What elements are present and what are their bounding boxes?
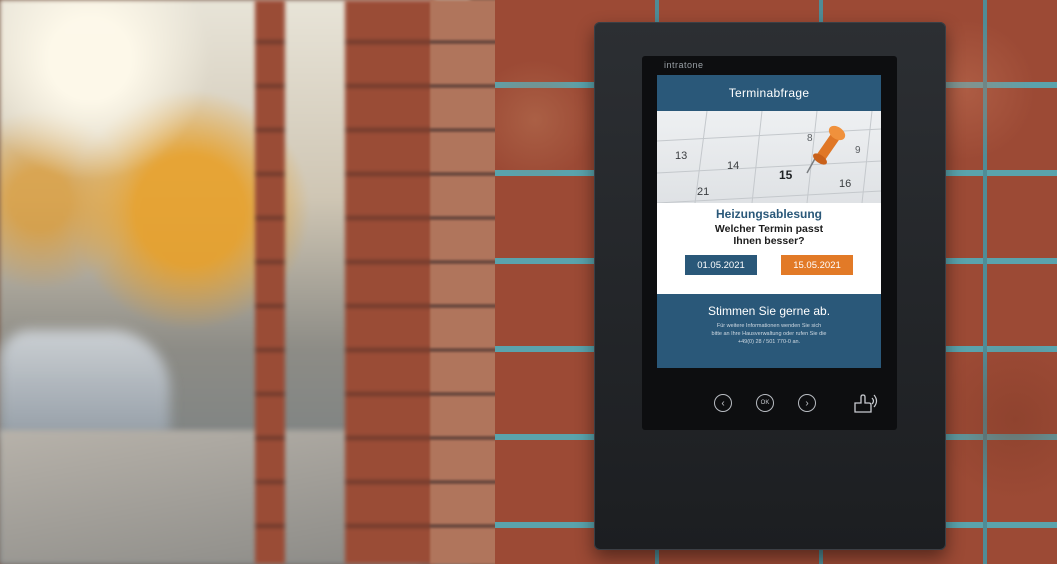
date-option-button[interactable]: 01.05.2021 bbox=[685, 255, 757, 275]
contact-line: +49(0) 28 / 501 770-0 an. bbox=[737, 339, 801, 345]
calendar-number: 8 bbox=[807, 133, 813, 144]
calendar-number: 9 bbox=[855, 145, 861, 156]
contact-line: bitte an Ihre Hausverwaltung oder rufen … bbox=[711, 331, 827, 337]
vote-call-to-action: Stimmen Sie gerne ab. bbox=[707, 304, 831, 318]
ok-button[interactable]: OK bbox=[756, 394, 774, 412]
calendar-number: 14 bbox=[727, 160, 739, 172]
calendar-number: 16 bbox=[839, 178, 851, 190]
question-line-1: Welcher Termin passt bbox=[714, 223, 824, 235]
appointment-question: Welcher Termin passt Ihnen besser? bbox=[657, 223, 881, 247]
calendar-illustration: 13 14 15 16 21 8 9 bbox=[657, 111, 881, 203]
chevron-right-icon[interactable]: › bbox=[798, 394, 816, 412]
screen-header: Terminabfrage bbox=[657, 75, 881, 111]
calendar-number: 15 bbox=[779, 168, 793, 182]
date-option-button[interactable]: 15.05.2021 bbox=[781, 255, 853, 275]
chevron-left-icon[interactable]: ‹ bbox=[714, 394, 732, 412]
hand-touch-icon[interactable] bbox=[852, 392, 878, 414]
wall-mounted-display-terminal: intratone Terminabfrage 13 14 15 16 21 8… bbox=[594, 22, 946, 550]
calendar-photo: 13 14 15 16 21 8 9 bbox=[657, 111, 881, 203]
blurred-brick-column bbox=[345, 0, 435, 564]
calendar-number: 13 bbox=[675, 150, 687, 162]
brick-pillar-edge bbox=[430, 0, 500, 564]
date-options: 01.05.2021 15.05.2021 bbox=[657, 255, 881, 275]
photo-scene: intratone Terminabfrage 13 14 15 16 21 8… bbox=[0, 0, 1057, 564]
question-line-2: Ihnen besser? bbox=[733, 235, 805, 247]
contact-line: Für weitere Informationen wenden Sie sic… bbox=[716, 323, 822, 329]
contact-info-text: Für weitere Informationen wenden Sie sic… bbox=[685, 322, 853, 346]
screen-footer: Stimmen Sie gerne ab. Für weitere Inform… bbox=[657, 294, 881, 368]
blurred-brick-column bbox=[255, 0, 285, 564]
display-screen: Terminabfrage 13 14 15 16 21 8 9 Heizung… bbox=[657, 75, 881, 368]
calendar-number: 21 bbox=[697, 186, 709, 198]
hardware-buttons: ‹ OK › bbox=[714, 394, 816, 412]
brand-logo: intratone bbox=[664, 60, 704, 70]
blurred-parked-cars bbox=[0, 330, 170, 440]
reading-title: Heizungsablesung bbox=[715, 207, 822, 221]
